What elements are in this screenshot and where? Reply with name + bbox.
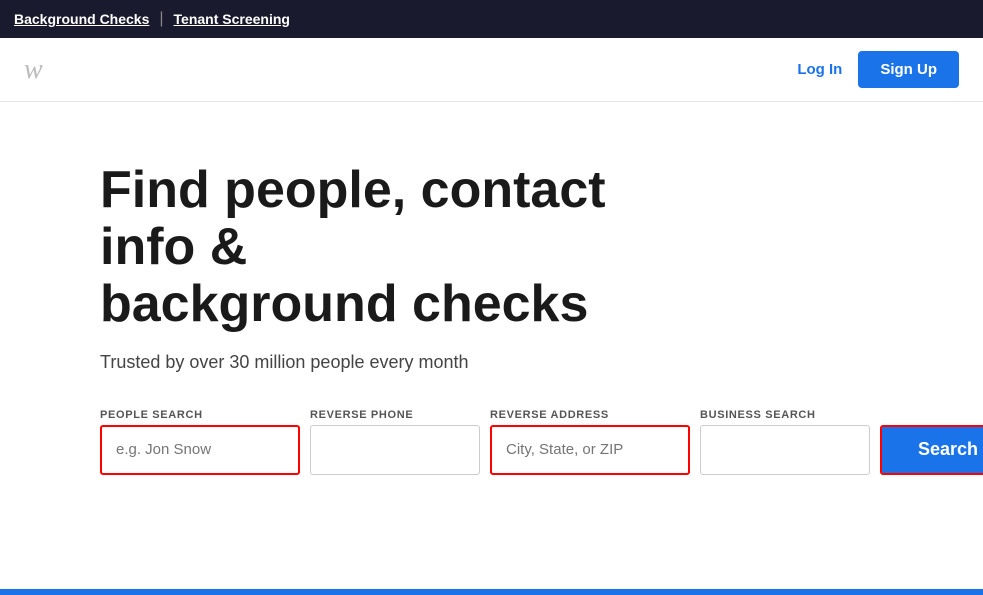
nav-divider: | [159, 10, 163, 28]
search-button-wrap: Search [880, 409, 983, 475]
main-content: Find people, contact info & background c… [0, 102, 983, 515]
main-subheadline: Trusted by over 30 million people every … [100, 352, 943, 373]
people-search-label: PEOPLE SEARCH [100, 409, 300, 421]
tenant-screening-link[interactable]: Tenant Screening [174, 11, 290, 27]
top-navigation-bar: Background Checks | Tenant Screening [0, 0, 983, 38]
site-logo: w [24, 54, 43, 86]
search-button[interactable]: Search [880, 425, 983, 475]
login-link[interactable]: Log In [797, 61, 842, 78]
phone-input[interactable] [310, 425, 480, 475]
signup-button[interactable]: Sign Up [858, 51, 959, 88]
background-checks-link[interactable]: Background Checks [14, 11, 149, 27]
search-section: PEOPLE SEARCH REVERSE PHONE REVERSE ADDR… [100, 409, 943, 475]
reverse-address-field: REVERSE ADDRESS [490, 409, 690, 475]
header-actions: Log In Sign Up [797, 51, 959, 88]
bottom-progress-bar [0, 589, 983, 595]
people-search-field: PEOPLE SEARCH [100, 409, 300, 475]
site-header: w Log In Sign Up [0, 38, 983, 102]
reverse-address-label: REVERSE ADDRESS [490, 409, 690, 421]
business-input[interactable] [700, 425, 870, 475]
reverse-phone-label: REVERSE PHONE [310, 409, 480, 421]
reverse-phone-field: REVERSE PHONE [310, 409, 480, 475]
business-search-label: BUSINESS SEARCH [700, 409, 870, 421]
business-search-field: BUSINESS SEARCH [700, 409, 870, 475]
name-input[interactable] [100, 425, 300, 475]
address-input[interactable] [490, 425, 690, 475]
main-headline: Find people, contact info & background c… [100, 162, 700, 334]
